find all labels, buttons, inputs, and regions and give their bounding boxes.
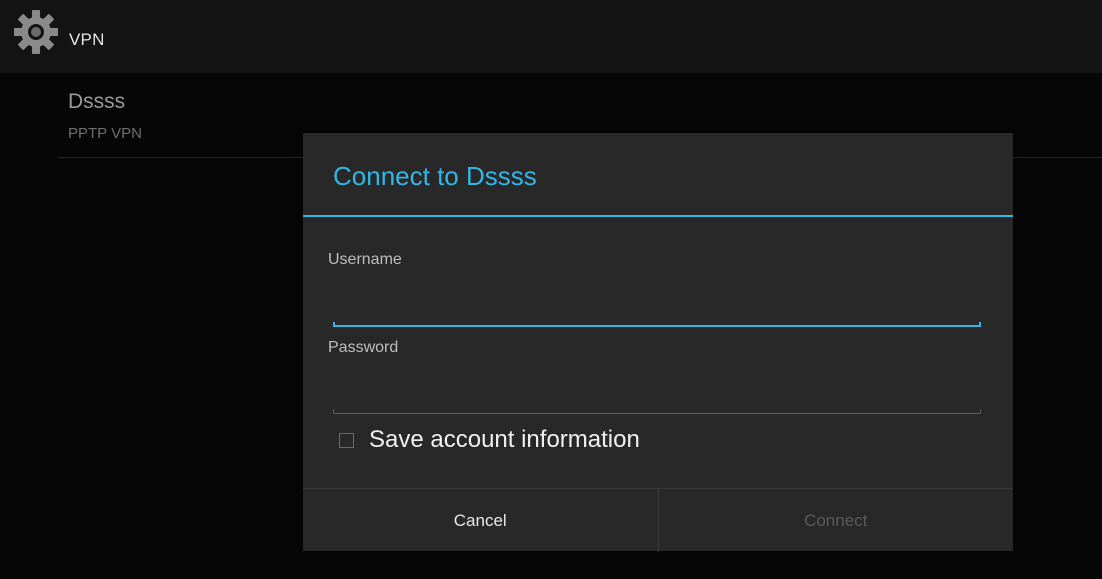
connect-dialog: Connect to Dssss Username Password Save …	[303, 133, 1013, 552]
password-label: Password	[328, 339, 399, 356]
screen: VPN Dssss PPTP VPN Connect to Dssss User…	[0, 0, 1102, 579]
dialog-title: Connect to Dssss	[333, 161, 537, 191]
username-label: Username	[328, 251, 402, 268]
password-underline	[333, 409, 981, 414]
save-account-checkbox[interactable]	[339, 432, 354, 448]
cancel-button[interactable]: Cancel	[303, 489, 658, 552]
username-underline	[333, 322, 981, 327]
app-title: VPN	[69, 30, 105, 49]
dialog-button-bar: Cancel Connect	[303, 488, 1013, 552]
username-input[interactable]	[333, 291, 981, 325]
password-input[interactable]	[333, 378, 981, 412]
save-account-row[interactable]: Save account information	[339, 425, 640, 455]
dialog-title-divider	[303, 215, 1013, 217]
save-account-label: Save account information	[369, 426, 640, 453]
vpn-item-name: Dssss	[68, 90, 126, 113]
gear-icon[interactable]	[13, 9, 59, 55]
connect-button[interactable]: Connect	[659, 489, 1014, 552]
action-bar: VPN	[0, 0, 1102, 73]
vpn-item-type: PPTP VPN	[68, 125, 142, 142]
